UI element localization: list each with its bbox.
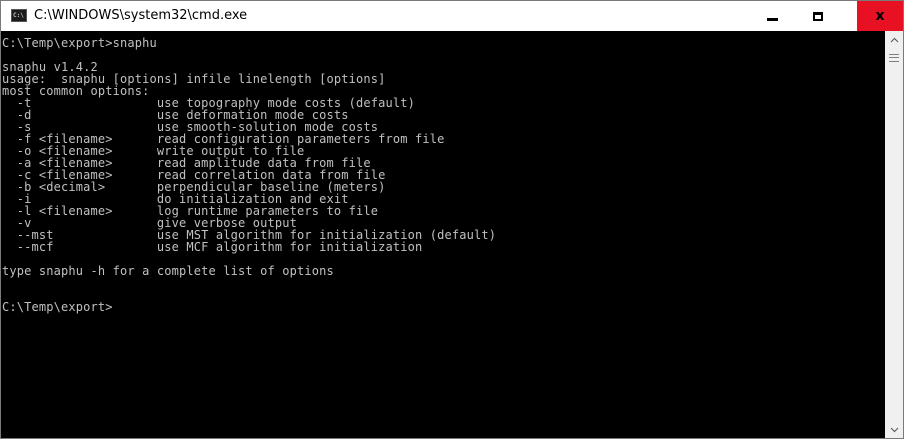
maximize-icon [813,11,823,21]
minimize-icon [766,17,778,21]
window-title: C:\WINDOWS\system32\cmd.exe [34,8,248,23]
console-line: C:\Temp\export>snaphu [2,36,157,50]
scroll-thumb[interactable] [889,54,899,62]
console-line: --mcf use MCF algorithm for initializati… [2,240,423,254]
close-button[interactable]: x [857,1,903,31]
minimize-button[interactable] [749,1,795,31]
console-line: C:\Temp\export> [2,300,113,314]
cmd-icon[interactable]: C:\ [11,9,27,22]
title-bar[interactable]: C:\ C:\WINDOWS\system32\cmd.exe x [1,1,903,31]
maximize-button[interactable] [795,1,841,31]
console-output[interactable]: C:\Temp\export>snaphu snaphu v1.4.2 usag… [1,31,885,438]
scroll-down-icon[interactable] [885,421,903,438]
vertical-scrollbar[interactable] [885,31,903,438]
console-line: type snaphu -h for a complete list of op… [2,264,334,278]
cmd-window: C:\ C:\WINDOWS\system32\cmd.exe x C:\Tem… [0,0,904,439]
close-icon: x [875,8,885,24]
cmd-icon-label: C:\ [13,12,24,19]
console-text: C:\Temp\export>snaphu snaphu v1.4.2 usag… [1,31,885,313]
scroll-up-icon[interactable] [885,31,903,48]
